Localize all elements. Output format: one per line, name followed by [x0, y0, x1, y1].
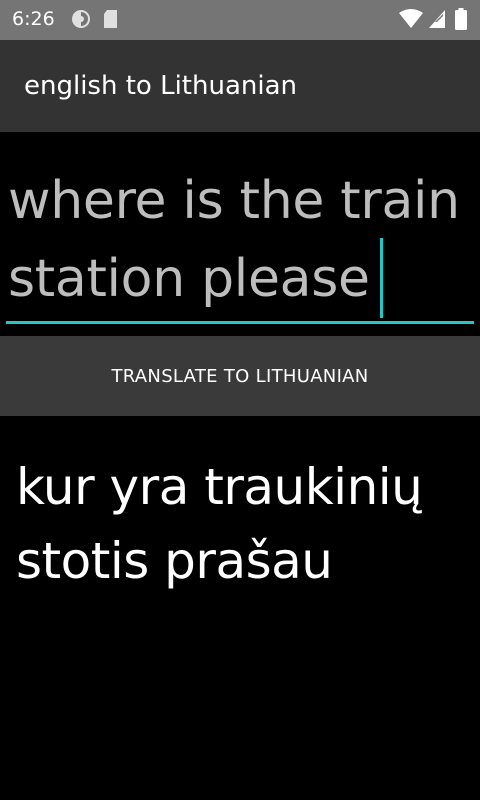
input-underline [6, 321, 474, 324]
battery-icon [455, 8, 467, 34]
status-bar: 6:26 [0, 0, 480, 40]
status-time: 6:26 [12, 8, 55, 30]
cell-signal-icon [427, 8, 447, 34]
sync-icon [70, 8, 92, 34]
translation-output: kur yra traukinių stotis prašau [16, 458, 423, 590]
sim-card-icon [101, 8, 121, 34]
app-bar: english to Lithuanian [0, 40, 480, 132]
source-text-input[interactable]: where is the train station please [0, 132, 480, 336]
app-title: english to Lithuanian [24, 71, 297, 101]
wifi-icon [398, 8, 424, 34]
text-cursor [380, 238, 383, 318]
translate-button[interactable]: TRANSLATE TO LITHUANIAN [0, 336, 480, 416]
source-text-value[interactable]: where is the train station please [8, 162, 476, 318]
